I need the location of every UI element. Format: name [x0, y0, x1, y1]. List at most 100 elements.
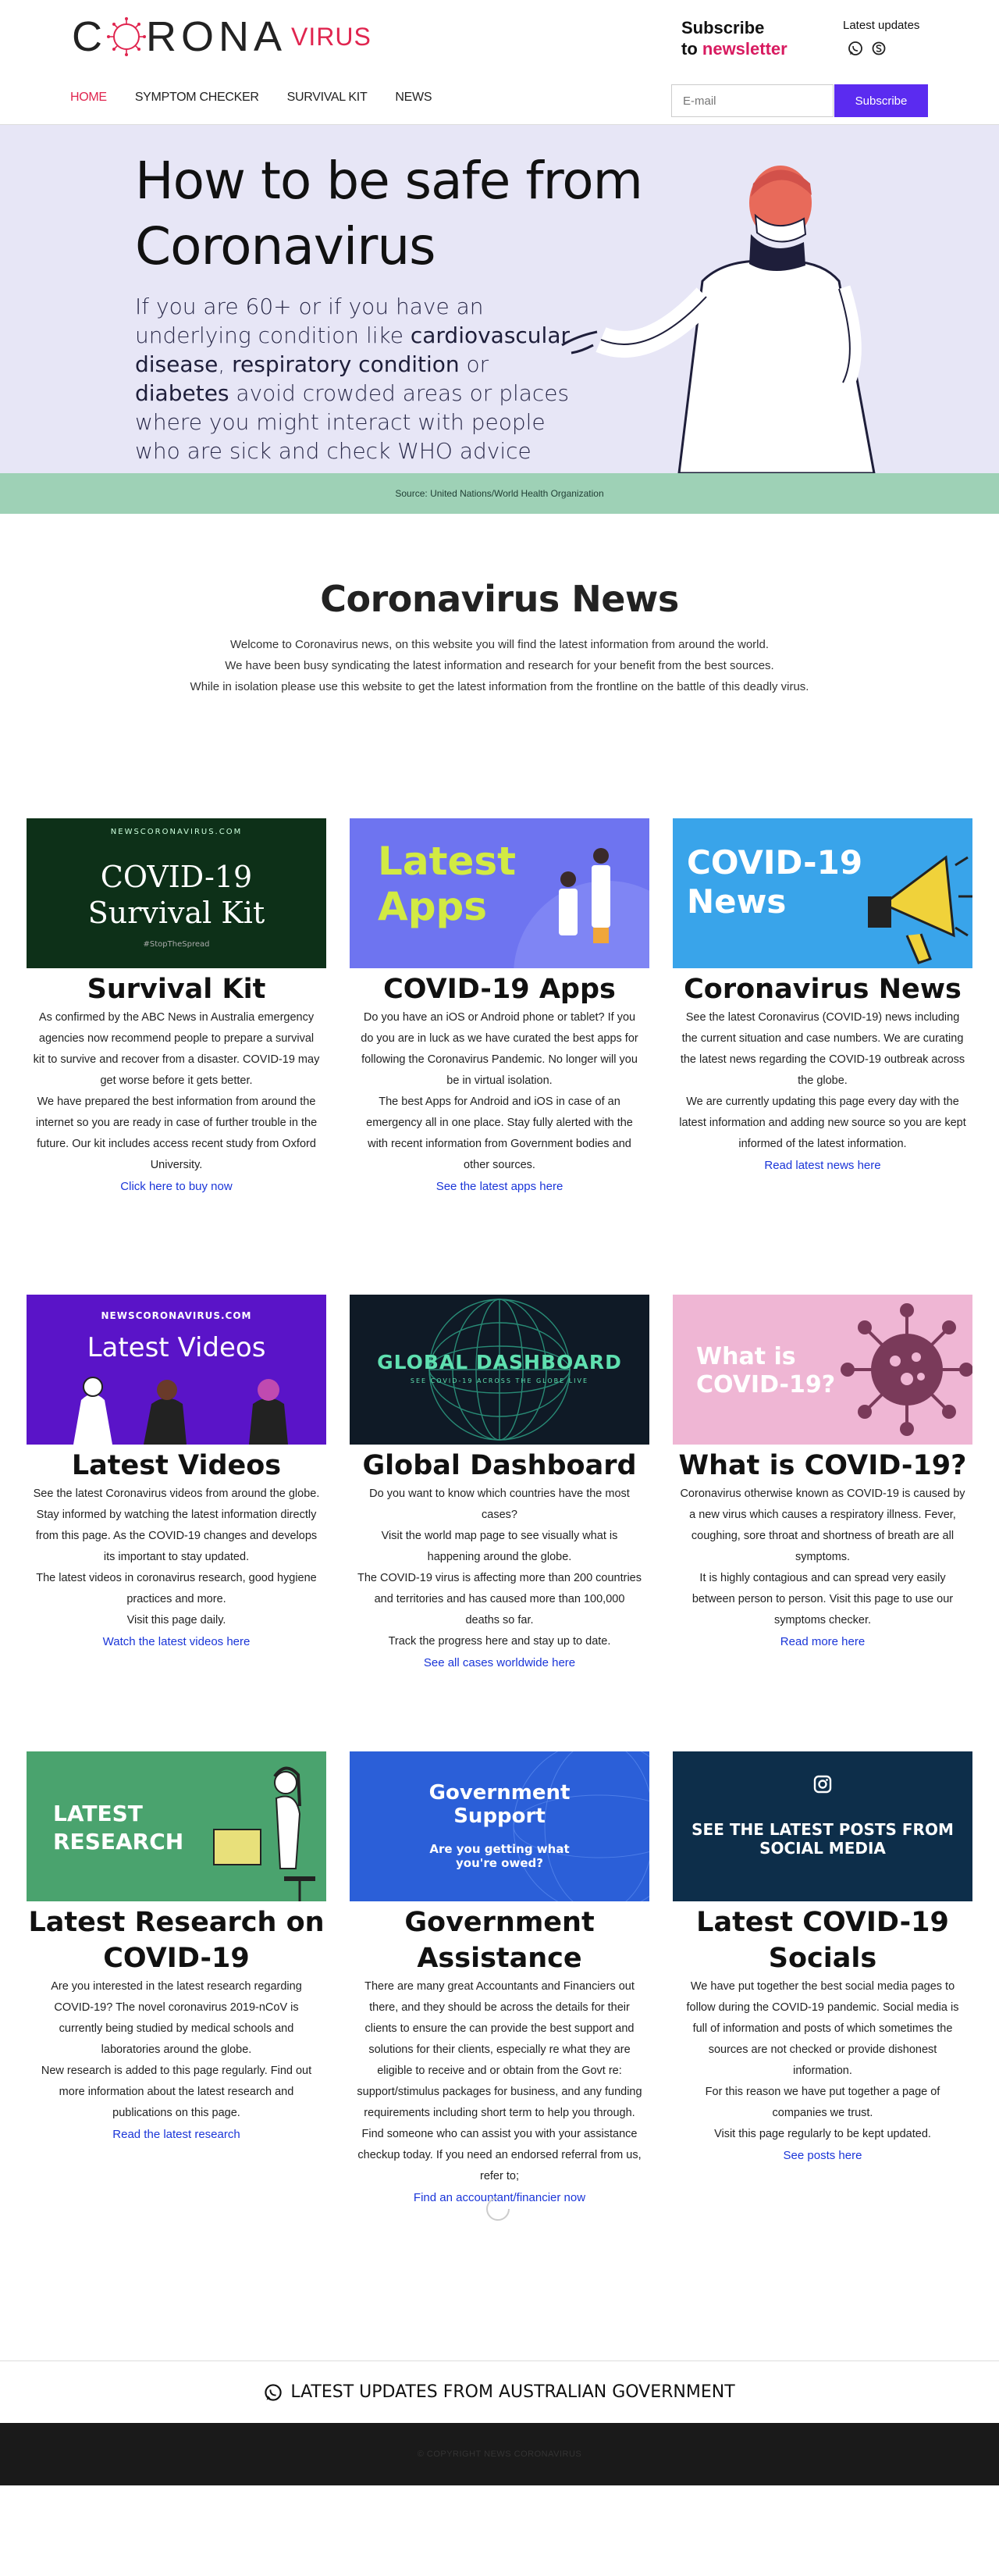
card-title: What is COVID-19? — [678, 1450, 967, 1481]
subscribe-to: to — [681, 39, 698, 59]
intro-line3: While in isolation please use this websi… — [190, 680, 809, 693]
card-title: Latest Videos — [71, 1450, 282, 1481]
card-latest-socials: SEE THE LATEST POSTS FROM SOCIAL MEDIA La… — [673, 1751, 972, 2360]
survival-kit-img-site: NEWSCORONAVIRUS.COM — [110, 828, 243, 836]
latest-updates-label: Latest updates — [843, 19, 920, 32]
latest-research-image[interactable]: LATEST RESEARCH — [27, 1751, 326, 1901]
cards-row-2: NEWSCORONAVIRUS.COM Latest Videos Latest… — [27, 1295, 972, 1751]
card-title: Government Assistance — [404, 1907, 595, 1974]
survival-kit-img-title: COVID-19 Survival Kit — [27, 859, 326, 931]
nav-symptom-checker[interactable]: SYMPTOM CHECKER — [135, 91, 259, 105]
research-img-title: LATEST RESEARCH — [53, 1800, 183, 1856]
card-text: Visit this page daily. — [126, 1614, 226, 1626]
hero-bold-2: respiratory condition — [232, 351, 460, 377]
covid-apps-image[interactable]: Latest Apps — [350, 818, 649, 968]
card-global-dashboard: GLOBAL DASHBOARD SEE COVID-19 ACROSS THE… — [350, 1295, 649, 1751]
email-input[interactable] — [671, 84, 834, 117]
hero-text-b: , — [218, 351, 233, 377]
card-latest-research: LATEST RESEARCH Latest Research on COVID-… — [27, 1751, 326, 2360]
card-title: COVID-19 Apps — [383, 974, 616, 1005]
card-text: We are currently updating this page ever… — [679, 1096, 966, 1150]
main-nav: HOME SYMPTOM CHECKER SURVIVAL KIT NEWS — [70, 91, 460, 105]
whatsapp-icon — [265, 2383, 283, 2401]
card-government-assistance: Government Support Are you getting what y… — [350, 1751, 649, 2360]
card-text: New research is added to this page regul… — [41, 2065, 312, 2119]
hero-bold-3: diabetes — [135, 380, 229, 406]
apps-img-title2: Apps — [378, 884, 488, 929]
card-text: Track the progress here and stay up to d… — [388, 1635, 611, 1648]
read-more-link[interactable]: Read more here — [673, 1631, 972, 1652]
what-is-img-title2: COVID-19? — [696, 1371, 836, 1398]
card-text: See the latest Coronavirus (COVID-19) ne… — [680, 1011, 965, 1087]
gov-img-title1: Government — [428, 1781, 571, 1805]
card-text: There are many great Accountants and Fin… — [357, 1980, 642, 2182]
intro-line2: We have been busy syndicating the latest… — [225, 659, 774, 672]
source-bar: Source: United Nations/World Health Orga… — [0, 473, 999, 514]
buy-survival-kit-link[interactable]: Click here to buy now — [27, 1176, 326, 1197]
social-img-title2: SOCIAL MEDIA — [759, 1839, 886, 1858]
logo-text: C RONA VIRUS — [72, 12, 372, 61]
copyright-footer: © COPYRIGHT NEWS CORONAVIRUS — [0, 2423, 999, 2485]
subscribe-newsletter: newsletter — [702, 39, 787, 59]
government-support-image[interactable]: Government Support Are you getting what y… — [350, 1751, 649, 1901]
government-updates-text: LATEST UPDATES FROM AUSTRALIAN GOVERNMEN… — [290, 2382, 735, 2402]
nav-news[interactable]: NEWS — [395, 91, 432, 105]
what-is-covid-image[interactable]: What is COVID-19? — [673, 1295, 972, 1445]
card-text: Coronavirus otherwise known as COVID-19 … — [680, 1488, 965, 1563]
global-dashboard-image[interactable]: GLOBAL DASHBOARD SEE COVID-19 ACROSS THE… — [350, 1295, 649, 1445]
card-latest-videos: NEWSCORONAVIRUS.COM Latest Videos Latest… — [27, 1295, 326, 1751]
card-text: As confirmed by the ABC News in Australi… — [33, 1011, 320, 1087]
card-text: We have prepared the best information fr… — [35, 1096, 318, 1171]
card-text: It is highly contagious and can spread v… — [691, 1572, 954, 1626]
hero-text-c: or — [459, 351, 489, 377]
card-covid-apps: Latest Apps COVID-19 Apps Do you have an … — [350, 818, 649, 1295]
intro-title: Coronavirus News — [320, 578, 679, 620]
cases-worldwide-link[interactable]: See all cases worldwide here — [350, 1652, 649, 1673]
latest-videos-image[interactable]: NEWSCORONAVIRUS.COM Latest Videos — [27, 1295, 326, 1445]
government-updates-bar[interactable]: LATEST UPDATES FROM AUSTRALIAN GOVERNMEN… — [0, 2360, 999, 2423]
logo-letter-c: C — [72, 13, 107, 60]
nav-home[interactable]: HOME — [70, 91, 107, 105]
see-posts-link[interactable]: See posts here — [673, 2145, 972, 2166]
whatsapp-icon[interactable] — [848, 41, 863, 56]
gov-img-title2: Support — [453, 1805, 546, 1828]
card-survival-kit: NEWSCORONAVIRUS.COM COVID-19 Survival Kit… — [27, 818, 326, 1295]
card-text: Do you want to know which countries have… — [369, 1488, 630, 1521]
card-text: The COVID-19 virus is affecting more tha… — [357, 1572, 642, 1626]
logo-letters-rona: RONA — [146, 13, 287, 60]
skype-icon[interactable] — [871, 41, 887, 56]
latest-research-link[interactable]: Read the latest research — [27, 2124, 326, 2145]
card-title: Global Dashboard — [362, 1450, 637, 1481]
subscribe-heading: Subscribe to newsletter — [681, 17, 787, 59]
card-text: We have put together the best social med… — [686, 1980, 959, 2077]
dashboard-img-title: GLOBAL DASHBOARD — [377, 1351, 622, 1374]
hero-banner: How to be safe from Coronavirus If you a… — [0, 125, 999, 473]
card-coronavirus-news: COVID-19 News Coronavirus News See the la… — [673, 818, 972, 1295]
latest-news-link[interactable]: Read latest news here — [673, 1155, 972, 1176]
subscribe-button[interactable]: Subscribe — [834, 84, 928, 117]
card-text: Are you interested in the latest researc… — [51, 1980, 302, 2056]
survival-kit-img-tag: #StopTheSpread — [143, 940, 210, 949]
site-logo[interactable]: C RONA VIRUS — [72, 13, 372, 60]
cards-row-1: NEWSCORONAVIRUS.COM COVID-19 Survival Kit… — [27, 818, 972, 1295]
card-text: See the latest Coronavirus videos from a… — [33, 1488, 320, 1563]
news-intro: Coronavirus News Welcome to Coronavirus … — [0, 514, 999, 818]
latest-videos-link[interactable]: Watch the latest videos here — [27, 1631, 326, 1652]
latest-apps-link[interactable]: See the latest apps here — [350, 1176, 649, 1197]
logo-virus-text: VIRUS — [291, 22, 372, 51]
nav-survival-kit[interactable]: SURVIVAL KIT — [287, 91, 368, 105]
virus-logo-icon — [107, 17, 146, 56]
card-text: Visit this page regularly to be kept upd… — [714, 2128, 931, 2140]
card-text: The latest videos in coronavirus researc… — [36, 1572, 317, 1605]
subscribe-line1: Subscribe — [681, 18, 765, 37]
card-text: Do you have an iOS or Android phone or t… — [361, 1011, 638, 1087]
gov-img-tag: Are you getting what you're owed? — [429, 1842, 570, 1870]
doctor-illustration — [561, 166, 876, 473]
gov-img-title: Government Support — [350, 1781, 649, 1828]
news-img-title2: News — [687, 882, 787, 921]
social-media-image[interactable]: SEE THE LATEST POSTS FROM SOCIAL MEDIA — [673, 1751, 972, 1901]
survival-kit-img-title2: Survival Kit — [87, 896, 265, 930]
card-what-is-covid: What is COVID-19? What is COVID-19? Coron… — [673, 1295, 972, 1751]
survival-kit-image[interactable]: NEWSCORONAVIRUS.COM COVID-19 Survival Kit… — [27, 818, 326, 968]
coronavirus-news-image[interactable]: COVID-19 News — [673, 818, 972, 968]
